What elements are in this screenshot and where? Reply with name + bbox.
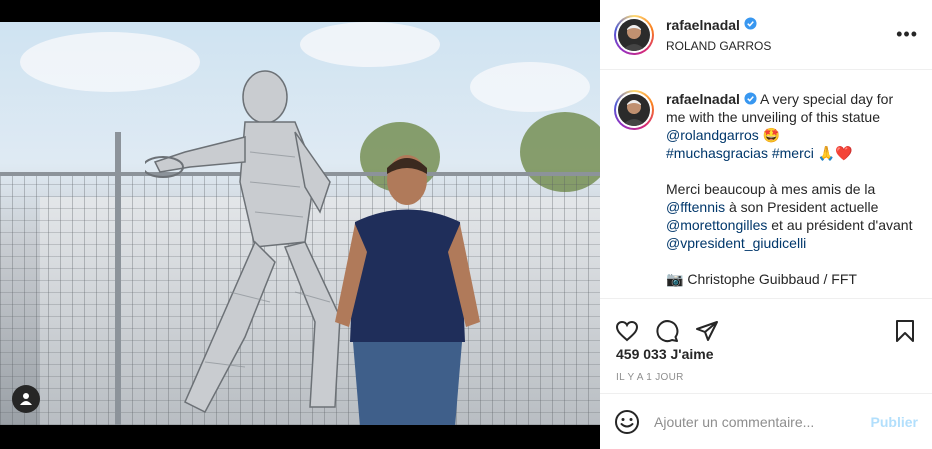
heart-icon bbox=[615, 320, 639, 341]
mention-vpresident[interactable]: @vpresident_giudicelli bbox=[666, 235, 806, 251]
comment-input[interactable] bbox=[654, 413, 861, 430]
caption-text: rafaelnadal A very special day for me wi… bbox=[666, 90, 916, 298]
more-options-icon[interactable]: ••• bbox=[896, 25, 918, 43]
emoji-star-eyes: 🤩 bbox=[762, 127, 781, 143]
emoji-picker-icon[interactable] bbox=[614, 409, 640, 435]
verified-badge-icon bbox=[744, 16, 757, 30]
avatar[interactable] bbox=[618, 18, 650, 51]
caption: rafaelnadal A very special day for me wi… bbox=[600, 70, 932, 298]
hashtag-merci[interactable]: #merci bbox=[772, 145, 814, 161]
story-ring[interactable] bbox=[614, 14, 654, 55]
comment-icon bbox=[656, 319, 679, 342]
cloud bbox=[470, 62, 590, 112]
user-icon bbox=[20, 393, 32, 405]
comment-box: Publier bbox=[600, 393, 932, 449]
post-media[interactable] bbox=[0, 0, 600, 449]
caption-story-ring[interactable] bbox=[614, 90, 654, 130]
caption-username[interactable]: rafaelnadal bbox=[666, 91, 740, 107]
likes-count[interactable]: 459 033 J'aime bbox=[616, 346, 714, 362]
verified-badge-icon bbox=[744, 92, 757, 105]
photo-credit: Christophe Guibbaud / FFT bbox=[683, 271, 857, 287]
emoji-pray: 🙏 bbox=[817, 145, 836, 161]
caption-avatar[interactable] bbox=[618, 94, 650, 126]
statue bbox=[145, 70, 341, 413]
caption-line: Merci beaucoup à mes amis de la bbox=[666, 181, 876, 197]
post-timestamp[interactable]: IL Y A 1 JOUR bbox=[616, 372, 684, 383]
mention-fftennis[interactable]: @fftennis bbox=[666, 199, 725, 215]
cloud bbox=[300, 22, 440, 67]
post-username[interactable]: rafaelnadal bbox=[666, 17, 740, 33]
like-button[interactable] bbox=[614, 318, 640, 344]
post-header: rafaelnadal ROLAND GARROS ••• bbox=[600, 0, 932, 70]
tagged-users-button[interactable] bbox=[12, 385, 40, 413]
post-sidebar: rafaelnadal ROLAND GARROS ••• rafaelnada… bbox=[600, 0, 932, 449]
action-bar bbox=[600, 298, 932, 350]
mention-rolandgarros[interactable]: @rolandgarros bbox=[666, 127, 759, 143]
bookmark-icon bbox=[896, 319, 914, 342]
person bbox=[335, 155, 480, 425]
send-icon bbox=[696, 320, 718, 341]
post-location[interactable]: ROLAND GARROS bbox=[666, 39, 771, 53]
share-button[interactable] bbox=[694, 318, 720, 344]
post-photo[interactable] bbox=[0, 22, 600, 425]
emoji-heart: ❤️ bbox=[835, 145, 853, 161]
comment-button[interactable] bbox=[654, 318, 680, 344]
post bbox=[115, 132, 121, 425]
mention-morettongilles[interactable]: @morettongilles bbox=[666, 217, 767, 233]
caption-line: et au président d'avant bbox=[767, 217, 913, 233]
publish-button[interactable]: Publier bbox=[871, 414, 918, 430]
caption-line: à son President actuelle bbox=[725, 199, 879, 215]
camera-emoji: 📷 bbox=[666, 271, 684, 287]
hashtag-muchasgracias[interactable]: #muchasgracias bbox=[666, 145, 768, 161]
save-button[interactable] bbox=[892, 318, 918, 344]
